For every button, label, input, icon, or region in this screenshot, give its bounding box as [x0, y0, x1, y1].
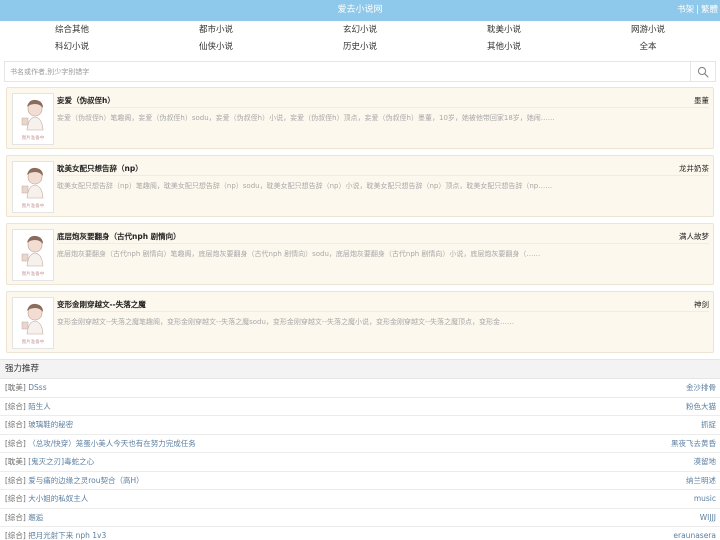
- book-divider: [57, 243, 709, 244]
- search-icon: [697, 66, 709, 78]
- list-item[interactable]: [综合] 大小姐的私奴主人 music: [0, 490, 720, 509]
- list-item-author[interactable]: eraunasera: [673, 527, 716, 540]
- list-item-category: [综合]: [5, 438, 26, 448]
- list-item[interactable]: [综合] （总攻/快穿）笼蛋小美人今天也有在努力完成任务 黑夜飞去黄昏: [0, 435, 720, 453]
- link-separator: |: [696, 5, 699, 15]
- category-nav: 综合其他 都市小说 玄幻小说 耽美小说 网游小说 科幻小说 仙侠小说 历史小说 …: [0, 21, 720, 57]
- list-item-author[interactable]: 金沙排骨: [686, 379, 716, 396]
- book-author[interactable]: 龙井奶茶: [679, 163, 709, 174]
- nav-item-online-game[interactable]: 网游小说: [576, 22, 720, 39]
- book-author[interactable]: 神剑: [694, 299, 709, 310]
- top-links: 书架 | 繁體: [677, 0, 718, 21]
- book-title[interactable]: 变形金刚穿越文--失落之魔: [57, 299, 146, 310]
- list-item-category: [综合]: [5, 531, 26, 540]
- bookshelf-link[interactable]: 书架: [677, 5, 694, 15]
- book-divider: [57, 107, 709, 108]
- list-item[interactable]: [综合] 爱与痛的边缘之灵rou契合（高H） 纳兰明述: [0, 472, 720, 490]
- search-input[interactable]: [5, 62, 690, 81]
- list-item-category: [综合]: [5, 475, 26, 485]
- book-author[interactable]: 墨董: [694, 95, 709, 106]
- list-item[interactable]: [耽美] [鬼灭之刃]毒蛇之心 漠留地: [0, 453, 720, 472]
- book-cover[interactable]: 图片准备中: [12, 161, 54, 213]
- list-item-category: [综合]: [5, 494, 26, 503]
- list-item-author[interactable]: music: [694, 490, 716, 507]
- recommend-header: 强力推荐: [0, 359, 720, 379]
- list-item-title[interactable]: DSss: [28, 383, 46, 392]
- book-description: 变形金刚穿越文--失落之魔笔趣阁，变形金刚穿越文--失落之魔sodu，变形金刚穿…: [57, 318, 515, 326]
- book-cover[interactable]: 图片准备中: [12, 297, 54, 349]
- cover-caption: 图片准备中: [21, 340, 45, 345]
- nav-item-scifi[interactable]: 科幻小说: [0, 39, 144, 56]
- recommend-title: 强力推荐: [5, 364, 40, 374]
- book-title[interactable]: 妄爱（伪叔侄h）: [57, 95, 115, 106]
- nav-item-complete[interactable]: 全本: [576, 39, 720, 56]
- list-item-author[interactable]: 纳兰明述: [686, 472, 716, 489]
- book-description: 耽美女配只想告辞（np）笔趣阁，耽美女配只想告辞（np）sodu，耽美女配只想告…: [57, 182, 553, 190]
- list-item-category: [耽美]: [5, 457, 26, 466]
- book-cover[interactable]: 图片准备中: [12, 93, 54, 145]
- list-item-category: [耽美]: [5, 383, 26, 392]
- cover-caption: 图片准备中: [21, 272, 45, 277]
- nav-item-danmei[interactable]: 耽美小说: [432, 22, 576, 39]
- book-divider: [57, 311, 709, 312]
- list-item[interactable]: [耽美] DSss 金沙排骨: [0, 379, 720, 398]
- book-card[interactable]: 图片准备中 变形金刚穿越文--失落之魔 神剑 变形金刚穿越文--失落之魔笔趣阁，…: [6, 291, 714, 353]
- list-item-title[interactable]: [鬼灭之刃]毒蛇之心: [28, 457, 94, 466]
- list-item[interactable]: [综合] 陌生人 粉色大猫: [0, 398, 720, 416]
- list-item-author[interactable]: 漠留地: [694, 453, 717, 470]
- search-button[interactable]: [690, 62, 715, 81]
- list-item-category: [综合]: [5, 401, 26, 411]
- list-item-title[interactable]: 邂逅: [28, 513, 43, 522]
- list-item-title[interactable]: 爱与痛的边缘之灵rou契合（高H）: [28, 476, 143, 485]
- list-item-category: [综合]: [5, 420, 26, 429]
- nav-item-fantasy[interactable]: 玄幻小说: [288, 22, 432, 39]
- list-item[interactable]: [综合] 邂逅 WIJJJ: [0, 509, 720, 527]
- list-item-title[interactable]: 玻璃鞋的秘密: [28, 420, 73, 429]
- list-item-author[interactable]: 黑夜飞去黄昏: [671, 435, 716, 452]
- book-cover[interactable]: 图片准备中: [12, 229, 54, 281]
- top-bar: 爱去小说网 书架 | 繁體: [0, 0, 720, 21]
- traditional-chinese-link[interactable]: 繁體: [701, 5, 718, 15]
- book-title[interactable]: 耽美女配只想告辞（np）: [57, 163, 143, 174]
- list-item-author[interactable]: 粉色大猫: [686, 398, 716, 415]
- book-divider: [57, 175, 709, 176]
- nav-item-xianxia[interactable]: 仙侠小说: [144, 39, 288, 56]
- book-title[interactable]: 底层炮灰要翻身（古代nph 剧情向）: [57, 231, 181, 242]
- site-title[interactable]: 爱去小说网: [0, 0, 720, 21]
- list-item-title[interactable]: 陌生人: [28, 402, 51, 411]
- list-item-title[interactable]: 把月光射下来 nph 1v3: [28, 531, 106, 540]
- book-card[interactable]: 图片准备中 妄爱（伪叔侄h） 墨董 妄爱（伪叔侄h）笔趣阁，妄爱（伪叔侄h）so…: [6, 87, 714, 149]
- list-item-title[interactable]: （总攻/快穿）笼蛋小美人今天也有在努力完成任务: [28, 439, 196, 448]
- nav-item-general[interactable]: 综合其他: [0, 22, 144, 39]
- nav-item-other[interactable]: 其他小说: [432, 39, 576, 56]
- list-item[interactable]: [综合] 玻璃鞋的秘密 抓捉: [0, 416, 720, 435]
- list-item-category: [综合]: [5, 512, 26, 522]
- book-card[interactable]: 图片准备中 耽美女配只想告辞（np） 龙井奶茶 耽美女配只想告辞（np）笔趣阁，…: [6, 155, 714, 217]
- cover-caption: 图片准备中: [21, 136, 45, 141]
- book-author[interactable]: 满人故梦: [679, 231, 709, 242]
- book-description: 妄爱（伪叔侄h）笔趣阁，妄爱（伪叔侄h）sodu，妄爱（伪叔侄h）小说，妄爱（伪…: [57, 114, 555, 122]
- book-description: 底层炮灰要翻身（古代nph 剧情向）笔趣阁，底层炮灰要翻身（古代nph 剧情向）…: [57, 250, 541, 258]
- list-item-author[interactable]: WIJJJ: [700, 509, 716, 526]
- cover-caption: 图片准备中: [21, 204, 45, 209]
- book-card[interactable]: 图片准备中 底层炮灰要翻身（古代nph 剧情向） 满人故梦 底层炮灰要翻身（古代…: [6, 223, 714, 285]
- search-bar: [4, 61, 716, 82]
- nav-item-urban[interactable]: 都市小说: [144, 22, 288, 39]
- nav-item-history[interactable]: 历史小说: [288, 39, 432, 56]
- list-item[interactable]: [综合] 把月光射下来 nph 1v3 eraunasera: [0, 527, 720, 540]
- list-item-title[interactable]: 大小姐的私奴主人: [28, 494, 88, 503]
- list-item-author[interactable]: 抓捉: [701, 416, 716, 433]
